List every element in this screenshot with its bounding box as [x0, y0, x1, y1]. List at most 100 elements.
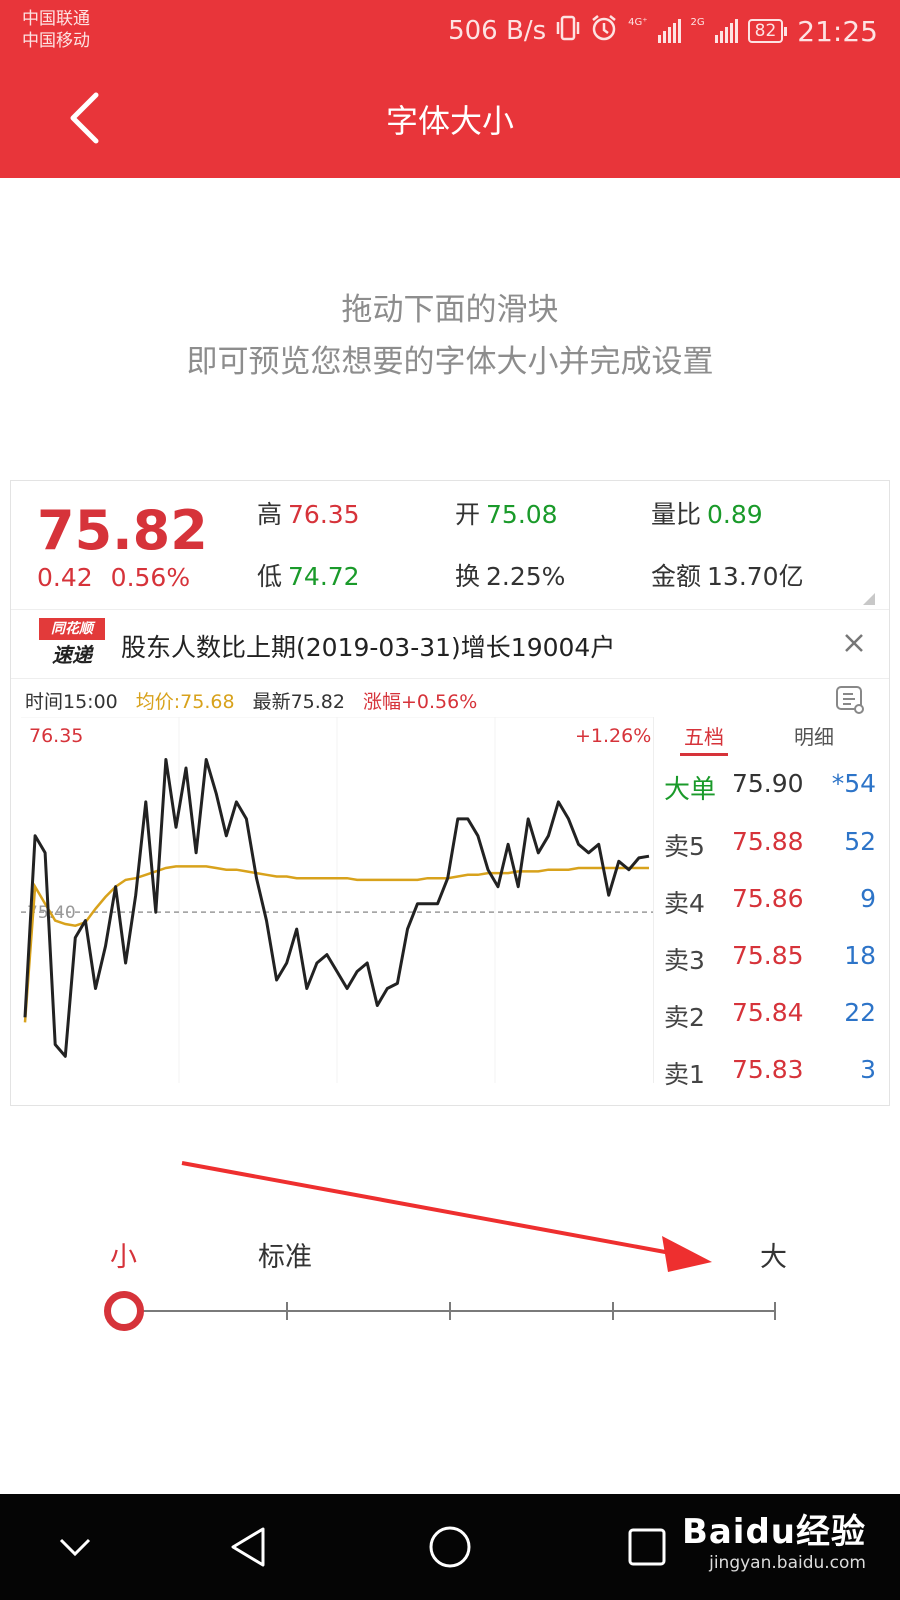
- carrier-2: 中国移动: [22, 31, 90, 51]
- price-change: 0.42 0.56%: [37, 563, 208, 592]
- slider-label-standard[interactable]: 标准: [258, 1235, 312, 1274]
- vibrate-icon: [556, 14, 580, 49]
- order-label: 卖1: [664, 1060, 705, 1089]
- order-book: 五档 明细 大单 75.90 *54 卖5 75.88 52 卖4 75.86 …: [653, 717, 890, 1089]
- status-bar: 中国联通 中国移动 506 B/s 4G⁺ 2G 82 21:25: [0, 0, 900, 62]
- clock: 21:25: [797, 14, 878, 48]
- watermark: Baidu经验 jingyan.baidu.com: [682, 1504, 866, 1573]
- preview-card: 75.82 0.42 0.56% 高 76.35 低 74.72 开 75.08 换 2.…: [10, 480, 890, 1106]
- order-row-sell2: 卖2 75.84 22: [654, 986, 890, 1042]
- turnover-value: 2.25%: [486, 562, 566, 591]
- carrier-1: 中国联通: [22, 9, 90, 29]
- open-value: 75.08: [486, 500, 558, 529]
- network-type-2: 2G: [690, 17, 705, 28]
- news-banner[interactable]: 同花顺 速递 股东人数比上期(2019-03-31)增长19004户: [11, 609, 889, 679]
- hide-nav-chevron-icon[interactable]: [40, 1516, 110, 1578]
- news-logo-top: 同花顺: [39, 618, 105, 640]
- order-qty: 52: [844, 827, 876, 856]
- slider-label-large[interactable]: 大: [760, 1235, 787, 1274]
- chart-time: 时间15:00: [25, 691, 118, 713]
- nav-recent-square-icon[interactable]: [612, 1516, 682, 1578]
- instruction-line-2: 即可预览您想要的字体大小并完成设置: [186, 344, 714, 380]
- system-nav-bar: Baidu经验 jingyan.baidu.com: [0, 1494, 900, 1600]
- order-book-tabs: 五档 明细: [654, 717, 890, 757]
- order-price: 75.88: [732, 827, 804, 856]
- signal-icon: [657, 19, 681, 43]
- amount-value: 13.70亿: [707, 562, 804, 591]
- network-speed: 506 B/s: [448, 16, 547, 46]
- order-label: 卖5: [664, 832, 705, 861]
- chart-avg-price: 均价:75.68: [135, 691, 235, 713]
- slider-tick[interactable]: [774, 1302, 776, 1320]
- quote-low: 低 74.72: [257, 557, 360, 593]
- order-row-sell4: 卖4 75.86 9: [654, 872, 890, 928]
- order-price: 75.84: [732, 998, 804, 1027]
- high-value: 76.35: [288, 500, 360, 529]
- watermark-brand: Baidu经验: [681, 1512, 866, 1552]
- volratio-value: 0.89: [707, 500, 763, 529]
- slider-thumb[interactable]: [104, 1291, 144, 1331]
- chart-change: 涨幅+0.56%: [362, 691, 478, 713]
- intraday-chart: 75.40: [21, 717, 653, 1083]
- order-qty: *54: [831, 769, 876, 798]
- order-qty: 18: [844, 941, 876, 970]
- signal-icon-2: [714, 19, 738, 43]
- instruction-line-1: 拖动下面的滑块: [341, 292, 559, 328]
- volratio-label: 量比: [651, 500, 702, 529]
- order-price: 75.86: [732, 884, 804, 913]
- chart-latest: 最新75.82: [252, 691, 345, 713]
- order-label: 大单: [664, 775, 717, 805]
- app-header: 中国联通 中国移动 506 B/s 4G⁺ 2G 82 21:25 字体大小: [0, 0, 900, 178]
- page-title: 字体大小: [385, 102, 514, 140]
- order-price: 75.85: [732, 941, 804, 970]
- nav-home-circle-icon[interactable]: [415, 1516, 485, 1578]
- slider-tick[interactable]: [286, 1302, 288, 1320]
- last-price: 75.82: [37, 499, 208, 562]
- slider-label-small[interactable]: 小: [110, 1235, 137, 1274]
- chart-high-label: 76.35: [29, 725, 84, 747]
- open-label: 开: [455, 500, 481, 529]
- order-row-big: 大单 75.90 *54: [654, 757, 890, 813]
- order-qty: 3: [860, 1055, 876, 1084]
- amount-label: 金额: [651, 562, 702, 591]
- nav-back-triangle-icon[interactable]: [214, 1516, 284, 1578]
- order-row-sell3: 卖3 75.85 18: [654, 929, 890, 985]
- news-text: 股东人数比上期(2019-03-31)增长19004户: [121, 633, 616, 662]
- tab-five-level[interactable]: 五档: [684, 721, 724, 750]
- change-amount: 0.42: [37, 563, 93, 592]
- carrier-info: 中国联通 中国移动: [22, 8, 90, 52]
- status-icons: 506 B/s 4G⁺ 2G 82 21:25: [448, 14, 878, 48]
- news-logo-bottom: 速递: [52, 643, 92, 667]
- low-value: 74.72: [288, 562, 360, 591]
- chart-pct-label: +1.26%: [575, 725, 652, 747]
- order-row-sell1: 卖1 75.83 3: [654, 1043, 890, 1099]
- quote-high: 高 76.35: [257, 495, 360, 531]
- expand-corner-icon[interactable]: [863, 593, 875, 605]
- order-label: 卖3: [664, 946, 705, 975]
- order-row-sell5: 卖5 75.88 52: [654, 815, 890, 871]
- news-logo: 同花顺 速递: [39, 618, 105, 670]
- active-tab-indicator: [680, 753, 728, 756]
- danmaku-icon[interactable]: [835, 685, 865, 715]
- quote-turnover: 换 2.25%: [455, 557, 565, 593]
- low-label: 低: [257, 562, 283, 591]
- network-type-1: 4G⁺: [628, 17, 648, 28]
- high-label: 高: [257, 500, 283, 529]
- order-label: 卖2: [664, 1003, 705, 1032]
- arrow-shaft: [181, 1161, 677, 1256]
- order-price: 75.83: [732, 1055, 804, 1084]
- quote-open: 开 75.08: [455, 495, 558, 531]
- quote-amount: 金额 13.70亿: [651, 557, 804, 593]
- font-size-settings-page: 中国联通 中国移动 506 B/s 4G⁺ 2G 82 21:25 字体大小 拖…: [0, 0, 900, 1600]
- close-icon[interactable]: [839, 628, 869, 658]
- slider-tick[interactable]: [449, 1302, 451, 1320]
- tab-detail[interactable]: 明细: [794, 721, 834, 750]
- turnover-label: 换: [455, 562, 481, 591]
- slider-tick[interactable]: [612, 1302, 614, 1320]
- order-label: 卖4: [664, 889, 705, 918]
- arrow-head: [662, 1236, 712, 1272]
- change-percent: 0.56%: [110, 563, 191, 592]
- watermark-url: jingyan.baidu.com: [709, 1553, 866, 1573]
- alarm-icon: [590, 14, 618, 49]
- battery-level: 82: [747, 19, 784, 43]
